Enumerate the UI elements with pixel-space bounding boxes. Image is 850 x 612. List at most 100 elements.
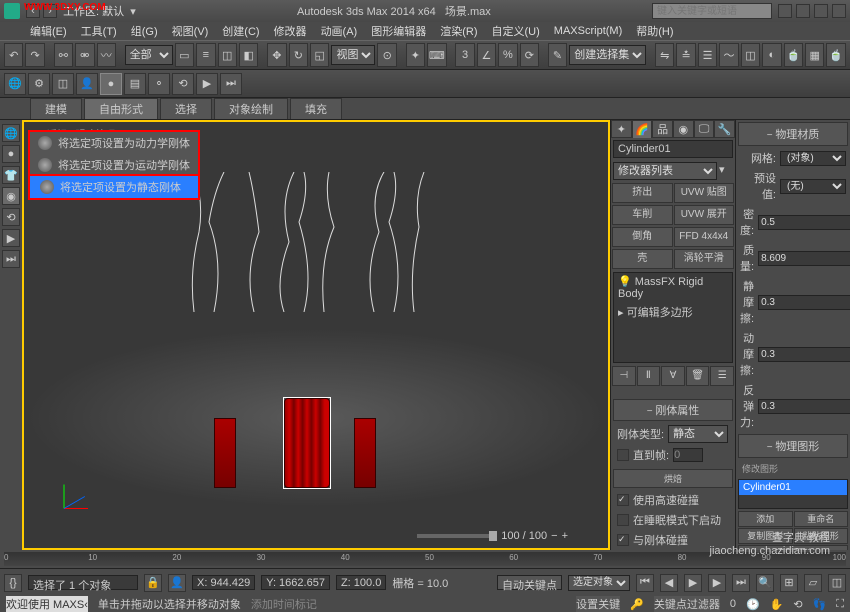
keyboard-shortcut-icon[interactable]: ⌨ xyxy=(427,43,446,67)
candle-big-selected[interactable] xyxy=(284,398,330,488)
create-tab-icon[interactable]: ✦ xyxy=(611,120,632,138)
selection-filter-dropdown[interactable]: 全部 xyxy=(125,45,173,65)
nameset-icon[interactable]: ✎ xyxy=(548,43,567,67)
add-shape-button[interactable]: 添加 xyxy=(738,511,793,527)
highspeed-checkbox[interactable] xyxy=(617,494,629,506)
utilities-tab-icon[interactable]: 🔧 xyxy=(714,120,735,138)
viewport-zoom-slider[interactable]: 100 / 100 − + xyxy=(417,530,568,542)
nav-zoomext-icon[interactable]: ◫ xyxy=(828,574,846,592)
sim-tools-icon[interactable]: ⚙ xyxy=(28,73,50,95)
menu-create[interactable]: 创建(C) xyxy=(216,23,265,39)
menu-modifiers[interactable]: 修改器 xyxy=(268,23,313,39)
pivot-icon[interactable]: ⊙ xyxy=(377,43,396,67)
render-icon[interactable]: 🍵 xyxy=(826,43,845,67)
remove-mod-icon[interactable]: 🗑 xyxy=(686,366,710,386)
modify-tab-icon[interactable]: 🌈 xyxy=(632,120,653,138)
mod-btn-uvwmap[interactable]: UVW 贴图 xyxy=(674,183,735,203)
ragdoll-icon[interactable]: 👤 xyxy=(76,73,98,95)
workspace-dropdown-icon[interactable]: ▾ xyxy=(130,5,136,18)
sfriction-spinner[interactable] xyxy=(758,295,850,310)
menu-maxscript[interactable]: MAXScript(M) xyxy=(548,25,628,37)
rollout-rigidbody-props[interactable]: − 刚体属性 xyxy=(613,399,733,421)
render-setup-icon[interactable]: 🍵 xyxy=(784,43,803,67)
move-icon[interactable]: ✥ xyxy=(267,43,286,67)
mod-btn-lathe[interactable]: 车削 xyxy=(612,205,673,225)
density-spinner[interactable] xyxy=(758,215,850,230)
search-go-icon[interactable] xyxy=(778,4,792,18)
flyout-dynamic-rigidbody[interactable]: 将选定项设置为动力学刚体 xyxy=(30,132,198,154)
nav-zoom-icon[interactable]: 🔍 xyxy=(756,574,774,592)
ribbon-tab-objectpaint[interactable]: 对象绘制 xyxy=(214,98,288,119)
keymode-dropdown[interactable]: 选定对象 xyxy=(568,575,630,591)
ribbon-tab-freeform[interactable]: 自由形式 xyxy=(84,98,158,119)
keyfilter-button[interactable]: 关键点过滤器 xyxy=(654,596,720,612)
angle-snap-icon[interactable]: ∠ xyxy=(477,43,496,67)
rename-shape-button[interactable]: 重命名 xyxy=(794,511,849,527)
maxscript-mini-icon[interactable]: {} xyxy=(4,574,22,592)
sleep-checkbox[interactable] xyxy=(617,514,629,526)
play-icon[interactable]: ▶ xyxy=(2,229,20,247)
material-editor-icon[interactable]: ◐ xyxy=(762,43,781,67)
menu-help[interactable]: 帮助(H) xyxy=(630,23,679,39)
ribbon-tab-populate[interactable]: 填充 xyxy=(290,98,342,119)
goto-start-icon[interactable]: ⏮ xyxy=(636,574,654,592)
bind-spacewarp-icon[interactable]: 〰 xyxy=(97,43,116,67)
menu-tools[interactable]: 工具(T) xyxy=(75,23,123,39)
ribbon-tab-modeling[interactable]: 建模 xyxy=(30,98,82,119)
next-frame-icon[interactable]: ▶ xyxy=(708,574,726,592)
named-selection-dropdown[interactable]: 创建选择集 xyxy=(569,45,646,65)
step-sim-icon[interactable]: ⏭ xyxy=(220,73,242,95)
world-params-icon[interactable]: 🌐 xyxy=(4,73,26,95)
rigidbody-icon[interactable]: ● xyxy=(100,73,122,95)
dfriction-spinner[interactable] xyxy=(758,347,850,362)
pin-stack-icon[interactable]: ⊣ xyxy=(612,366,636,386)
menu-edit[interactable]: 编辑(E) xyxy=(24,23,73,39)
display-tab-icon[interactable]: 🖵 xyxy=(694,120,715,138)
coord-y[interactable]: Y: 1662.657 xyxy=(261,575,330,590)
modifier-stack[interactable]: 💡 MassFX Rigid Body ▸ 可编辑多边形 xyxy=(613,272,733,363)
coord-x[interactable]: X: 944.429 xyxy=(192,575,255,590)
autokey-button[interactable]: 自动关键点 xyxy=(497,575,562,590)
world-icon[interactable]: 🌐 xyxy=(2,124,20,142)
mod-btn-bevel[interactable]: 倒角 xyxy=(612,227,673,247)
schematic-icon[interactable]: ◫ xyxy=(741,43,760,67)
reset-sim-icon[interactable]: ⟲ xyxy=(172,73,194,95)
mod-btn-ffd[interactable]: FFD 4x4x4 xyxy=(674,227,735,247)
menu-render[interactable]: 渲染(R) xyxy=(434,23,483,39)
curve-editor-icon[interactable]: 〜 xyxy=(719,43,738,67)
render-frame-icon[interactable]: ▦ xyxy=(805,43,824,67)
mirror-icon[interactable]: ⇋ xyxy=(655,43,674,67)
nav-fov-icon[interactable]: ▱ xyxy=(804,574,822,592)
nav-orbit-icon[interactable]: ⟲ xyxy=(793,598,802,611)
shirt-icon[interactable]: 👕 xyxy=(2,166,20,184)
ribbon-tab-selection[interactable]: 选择 xyxy=(160,98,212,119)
lock-selection-icon[interactable]: 🔒 xyxy=(144,574,162,592)
shape-list[interactable]: Cylinder01 xyxy=(738,479,848,509)
phys-shape-title[interactable]: − 物理图形 xyxy=(738,434,848,458)
show-result-icon[interactable]: Ⅱ xyxy=(637,366,661,386)
help-icon[interactable] xyxy=(832,4,846,18)
nav-walk-icon[interactable]: 👣 xyxy=(813,598,827,611)
multi-edit-icon[interactable]: ◫ xyxy=(52,73,74,95)
setkey-button[interactable]: 设置关键 xyxy=(576,596,620,612)
menu-grapheditor[interactable]: 图形编辑器 xyxy=(365,23,432,39)
align-icon[interactable]: ≛ xyxy=(676,43,695,67)
shape-list-item[interactable]: Cylinder01 xyxy=(739,480,847,495)
stack-massfx[interactable]: 💡 MassFX Rigid Body xyxy=(614,273,732,302)
zoom-in-icon[interactable]: + xyxy=(562,530,568,542)
candle-small-1[interactable] xyxy=(214,418,236,488)
flyout-static-rigidbody[interactable]: 将选定项设置为静态刚体 xyxy=(28,174,200,200)
manipulate-icon[interactable]: ✦ xyxy=(406,43,425,67)
rb-type-dropdown[interactable]: 静态 xyxy=(668,425,728,443)
frame-input[interactable]: 0 xyxy=(730,598,736,610)
unlink-icon[interactable]: ⚮ xyxy=(75,43,94,67)
select-icon[interactable]: ▭ xyxy=(175,43,194,67)
sphere-icon[interactable]: ● xyxy=(2,145,20,163)
mass-spinner[interactable] xyxy=(758,251,850,266)
mod-btn-uvwunwrap[interactable]: UVW 展开 xyxy=(674,205,735,225)
redo-icon[interactable]: ↷ xyxy=(25,43,44,67)
motion-tab-icon[interactable]: ◉ xyxy=(673,120,694,138)
reset-icon[interactable]: ⟲ xyxy=(2,208,20,226)
add-time-tag[interactable]: 添加时间标记 xyxy=(251,596,317,612)
favorite-icon[interactable] xyxy=(814,4,828,18)
